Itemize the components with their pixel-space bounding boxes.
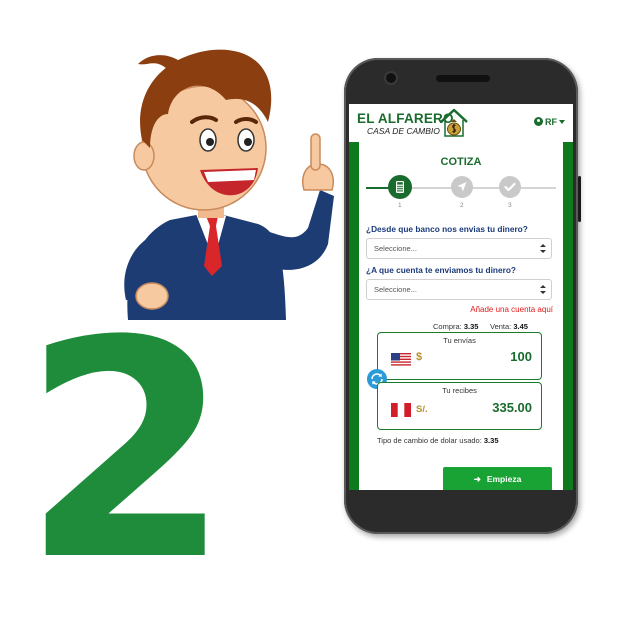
target-account-question: ¿A que cuenta te enviamos tu dinero? xyxy=(366,265,516,275)
add-account-link[interactable]: Añade una cuenta aquí xyxy=(470,305,553,314)
select-arrows-icon xyxy=(540,244,546,253)
start-button-label: Empieza xyxy=(486,474,522,484)
send-label: Tu envías xyxy=(443,336,476,345)
send-currency-symbol: $ xyxy=(416,351,423,363)
source-bank-question: ¿Desde que banco nos envias tu dinero? xyxy=(366,224,528,234)
source-bank-select-value: Seleccione... xyxy=(374,244,417,253)
house-money-bag-logo-icon xyxy=(440,108,468,137)
sell-rate-label: Venta: xyxy=(490,322,512,331)
source-bank-select[interactable]: Seleccione... xyxy=(366,238,552,259)
buy-rate-label: Compra: xyxy=(433,322,462,331)
select-arrows-icon xyxy=(540,285,546,294)
usa-flag-icon xyxy=(391,353,411,367)
receive-amount-value: 335.00 xyxy=(492,400,532,415)
exchange-rate-note: Tipo de cambio de dolar usado: 3.35 xyxy=(377,436,499,445)
user-initials: RF xyxy=(545,117,557,127)
receive-currency-symbol: S/. xyxy=(416,404,428,415)
frame-bar-left xyxy=(349,142,359,490)
receive-label: Tu recibes xyxy=(442,386,477,395)
phone-camera xyxy=(386,73,396,83)
arrow-right-icon: ➜ xyxy=(473,474,481,484)
step-1-calculator[interactable] xyxy=(388,175,412,199)
user-icon xyxy=(534,117,543,126)
sell-rate-value: 3.45 xyxy=(513,322,528,331)
step-3-label: 3 xyxy=(508,202,512,209)
step-1-label: 1 xyxy=(398,202,402,209)
exchange-rate-note-label: Tipo de cambio de dolar usado: xyxy=(377,436,482,445)
step-2-location[interactable] xyxy=(451,176,473,198)
app-screen: EL ALFARERO CASA DE CAMBIO RF COTIZA 1 2… xyxy=(349,104,573,490)
start-button[interactable]: ➜ Empieza xyxy=(443,467,552,490)
send-amount-box[interactable]: Tu envías $ 100 xyxy=(377,332,542,380)
check-icon xyxy=(504,182,516,192)
location-arrow-icon xyxy=(457,182,467,192)
target-account-select[interactable]: Seleccione... xyxy=(366,279,552,300)
calculator-icon xyxy=(396,181,404,193)
phone-mockup: EL ALFARERO CASA DE CAMBIO RF COTIZA 1 2… xyxy=(344,58,581,534)
send-amount-input[interactable]: 100 xyxy=(510,349,532,364)
sell-rate: Venta: 3.45 xyxy=(490,322,528,331)
peru-flag-icon xyxy=(391,403,411,417)
app-header: EL ALFARERO CASA DE CAMBIO RF xyxy=(349,104,573,143)
step-3-check[interactable] xyxy=(499,176,521,198)
buy-rate: Compra: 3.35 xyxy=(433,322,478,331)
businessman-mascot-illustration xyxy=(124,49,334,320)
quote-form: COTIZA 1 2 3 ¿Desde que banco nos envias… xyxy=(359,142,563,490)
step-2-label: 2 xyxy=(460,202,464,209)
buy-rate-value: 3.35 xyxy=(463,322,479,331)
frame-bar-right xyxy=(563,142,573,490)
exchange-rate-note-value: 3.35 xyxy=(483,436,499,445)
user-menu[interactable]: RF xyxy=(534,117,565,127)
phone-side-button xyxy=(578,176,581,222)
caret-down-icon xyxy=(559,120,565,124)
phone-speaker xyxy=(436,75,490,82)
receive-amount-box[interactable]: Tu recibes S/. 335.00 xyxy=(377,382,542,430)
step-number: 2 xyxy=(22,277,231,626)
brand-subtitle: CASA DE CAMBIO xyxy=(367,126,440,136)
form-title: COTIZA xyxy=(440,156,482,168)
target-account-select-value: Seleccione... xyxy=(374,285,417,294)
